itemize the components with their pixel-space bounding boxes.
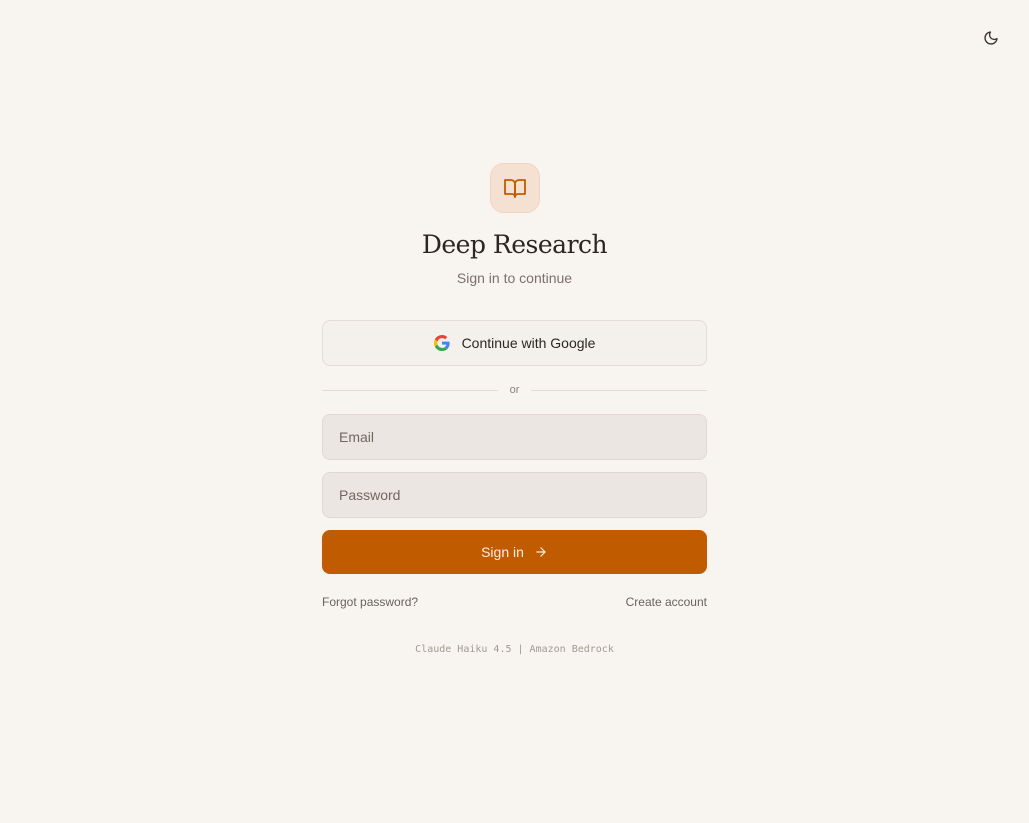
divider-label: or [509, 384, 520, 396]
app-logo [490, 163, 540, 213]
email-field[interactable] [322, 414, 707, 460]
create-account-link[interactable]: Create account [626, 595, 707, 609]
page-title: Deep Research [421, 230, 608, 259]
google-g-icon [433, 335, 450, 351]
arrow-right-icon [536, 547, 546, 557]
moon-icon [984, 31, 998, 45]
sign-in-label: Sign in [481, 544, 524, 560]
google-signin-button[interactable]: Continue with Google [322, 320, 707, 366]
or-divider: or [322, 381, 707, 399]
theme-toggle-button[interactable] [978, 25, 1004, 51]
divider-line-right [531, 389, 707, 391]
open-book-icon [504, 179, 526, 198]
google-signin-label: Continue with Google [461, 335, 596, 351]
sign-in-button[interactable]: Sign in [322, 530, 707, 574]
model-info-footer: Claude Haiku 4.5 | Amazon Bedrock [415, 644, 614, 655]
login-page: Deep Research Sign in to continue Contin… [0, 0, 1029, 823]
password-field[interactable] [322, 472, 707, 518]
page-subtitle: Sign in to continue [456, 270, 573, 286]
divider-line-left [322, 389, 498, 391]
forgot-password-link[interactable]: Forgot password? [322, 595, 418, 609]
